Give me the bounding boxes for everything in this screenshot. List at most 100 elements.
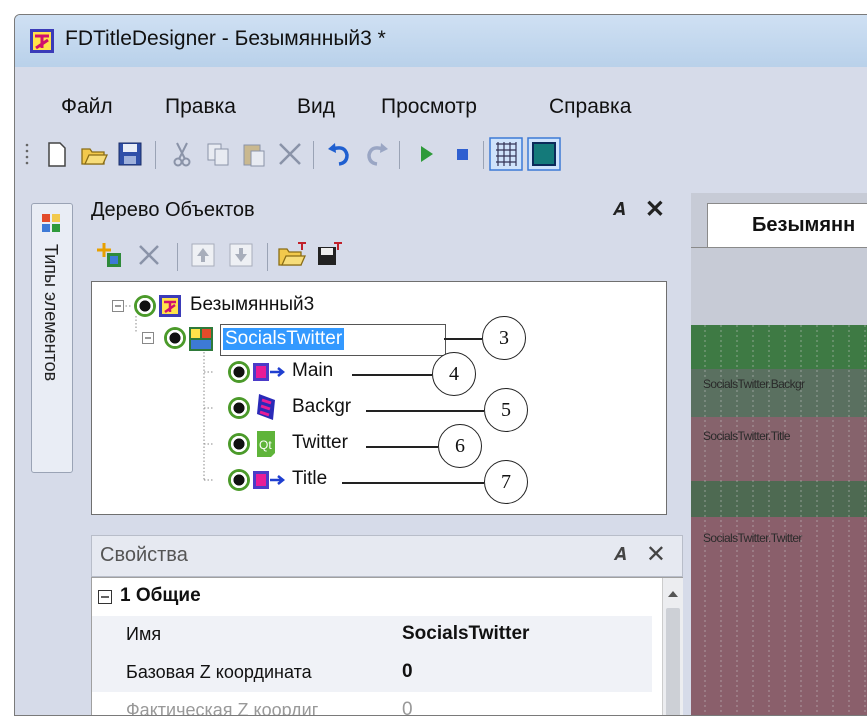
move-down-icon[interactable] — [227, 241, 255, 269]
tab-divider — [691, 247, 867, 248]
property-row[interactable]: Базовая Z координата 0 — [92, 654, 652, 692]
menu-file[interactable]: Файл — [61, 95, 113, 119]
design-canvas[interactable]: SocialsTwitter.Backgr SocialsTwitter.Tit… — [691, 325, 867, 715]
visibility-eye-icon[interactable] — [164, 327, 186, 349]
property-row[interactable]: Имя SocialsTwitter — [92, 616, 652, 654]
callout-4: 4 — [432, 352, 476, 396]
visibility-eye-icon[interactable] — [134, 295, 156, 317]
properties-header: Свойства 𝑨 ✕ — [91, 535, 683, 577]
copy-icon[interactable] — [203, 139, 233, 169]
callout-leader — [366, 446, 438, 448]
collapse-section-icon[interactable] — [98, 590, 112, 604]
separator — [313, 141, 314, 169]
open-icon[interactable] — [79, 139, 109, 169]
menu-help[interactable]: Справка — [549, 95, 631, 119]
callout-leader — [366, 410, 484, 412]
toolbar-grip[interactable] — [23, 139, 31, 169]
collapse-root-icon[interactable] — [112, 300, 124, 312]
separator — [399, 141, 400, 169]
tree-node-main[interactable]: Main — [292, 360, 333, 382]
play-icon[interactable] — [411, 139, 441, 169]
rename-field[interactable]: SocialsTwitter — [220, 324, 446, 356]
scrollbar-thumb[interactable] — [666, 608, 680, 715]
move-up-icon[interactable] — [189, 241, 217, 269]
open-template-icon[interactable] — [277, 241, 307, 269]
save-template-icon[interactable] — [315, 241, 343, 269]
new-icon[interactable] — [41, 139, 71, 169]
title-icon — [253, 363, 286, 381]
property-value[interactable]: SocialsTwitter — [402, 623, 529, 645]
object-tree-title: Дерево Объектов — [91, 199, 255, 221]
close-icon[interactable]: ✕ — [645, 195, 665, 224]
window-title: FDTitleDesigner - Безымянный3 * — [65, 27, 386, 50]
tree-node-title[interactable]: Title — [292, 468, 327, 490]
object-tree-header: Дерево Объектов 𝑨 ✕ — [77, 193, 677, 231]
title-icon — [253, 471, 286, 489]
save-icon[interactable] — [115, 139, 145, 169]
section-row[interactable]: 1 Общие — [92, 578, 652, 616]
callout-7: 7 — [484, 460, 528, 504]
app-window: FDTitleDesigner - Безымянный3 * Файл Пра… — [14, 14, 867, 716]
canvas-object-label[interactable]: SocialsTwitter.Backgr — [703, 377, 805, 391]
qt-icon: Qt — [257, 431, 275, 457]
canvas-object-label[interactable]: SocialsTwitter.Title — [703, 429, 791, 443]
callout-leader — [342, 482, 484, 484]
cut-icon[interactable] — [167, 139, 197, 169]
document-tab[interactable]: Безымянн — [707, 203, 867, 248]
callout-leader — [352, 374, 432, 376]
tree-node-root[interactable]: Безымянный3 — [190, 294, 314, 316]
menu-bar: Файл Правка Вид Просмотр Справка — [15, 75, 867, 129]
scrollbar[interactable] — [662, 578, 683, 715]
grid-icon[interactable] — [489, 137, 523, 171]
object-tree: Безымянный3 SocialsTwitter Main Backgr Q… — [91, 281, 667, 515]
menu-view[interactable]: Вид — [297, 95, 335, 119]
paste-icon[interactable] — [239, 139, 269, 169]
stop-icon[interactable] — [447, 139, 477, 169]
property-name: Фактическая Z коордиг — [126, 700, 319, 716]
tree-node-twitter[interactable]: Twitter — [292, 432, 348, 454]
group-icon — [189, 327, 213, 351]
undo-icon[interactable] — [325, 139, 355, 169]
element-types-tab[interactable]: Типы элементов — [31, 203, 73, 473]
tree-node-backgr[interactable]: Backgr — [292, 396, 351, 418]
menu-preview[interactable]: Просмотр — [381, 95, 477, 119]
visibility-eye-icon[interactable] — [228, 469, 250, 491]
separator — [177, 243, 178, 271]
redo-icon[interactable] — [361, 139, 391, 169]
close-icon[interactable]: ✕ — [646, 540, 666, 569]
project-icon — [159, 295, 181, 317]
canvas-object-label[interactable]: SocialsTwitter.Twitter — [703, 531, 802, 545]
toolbar — [15, 133, 867, 183]
pin-icon[interactable]: 𝑨 — [612, 199, 625, 220]
element-types-icon — [42, 214, 60, 232]
property-name: Имя — [126, 624, 162, 644]
separator — [267, 243, 268, 271]
visibility-eye-icon[interactable] — [228, 433, 250, 455]
visibility-eye-icon[interactable] — [228, 361, 250, 383]
menu-edit[interactable]: Правка — [165, 95, 236, 119]
property-grid: 1 Общие Имя SocialsTwitter Базовая Z коо… — [91, 577, 683, 716]
pin-icon[interactable]: 𝑨 — [613, 544, 626, 565]
property-value[interactable]: 0 — [402, 661, 413, 683]
document-tab-label: Безымянн — [752, 214, 856, 236]
callout-6: 6 — [438, 424, 482, 468]
delete-icon[interactable] — [275, 139, 305, 169]
separator — [155, 141, 156, 169]
properties-title: Свойства — [100, 544, 188, 566]
section-title: 1 Общие — [120, 585, 201, 606]
delete-object-icon[interactable] — [135, 241, 163, 269]
svg-text:Qt: Qt — [259, 438, 272, 452]
background-icon[interactable] — [527, 137, 561, 171]
callout-leader — [444, 338, 482, 340]
property-row[interactable]: Фактическая Z коордиг 0 — [92, 692, 652, 716]
scroll-up-icon[interactable] — [667, 590, 679, 598]
callout-3: 3 — [482, 316, 526, 360]
visibility-eye-icon[interactable] — [228, 397, 250, 419]
tree-node-group[interactable]: SocialsTwitter — [223, 328, 345, 350]
properties-panel: Свойства 𝑨 ✕ 1 Общие Имя SocialsTwitter … — [77, 531, 683, 715]
separator — [483, 141, 484, 169]
add-object-icon[interactable] — [95, 241, 123, 269]
title-bar[interactable]: FDTitleDesigner - Безымянный3 * — [15, 15, 867, 67]
collapse-group-icon[interactable] — [142, 332, 154, 344]
property-name: Базовая Z координата — [126, 662, 312, 682]
